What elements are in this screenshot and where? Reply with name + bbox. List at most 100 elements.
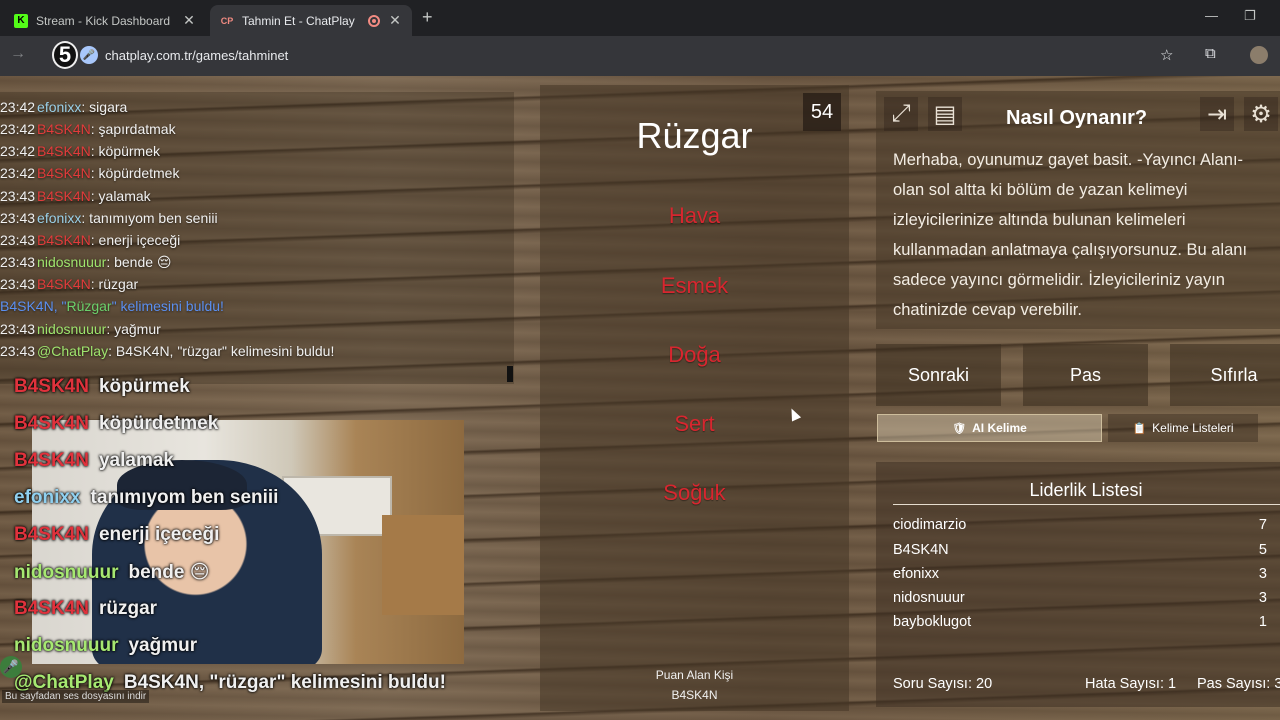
chat-text: : yağmur (106, 321, 161, 337)
chat-message: 23:43 nidosnuuur: bende 😔 (0, 254, 172, 271)
minimize-icon[interactable]: — (1205, 8, 1218, 23)
overlay-username: B4SK4N (14, 598, 89, 619)
chat-username[interactable]: nidosnuuur (37, 254, 106, 270)
tab-kick-dashboard[interactable]: K Stream - Kick Dashboard ✕ (4, 5, 206, 36)
chat-text: : rüzgar (90, 276, 139, 292)
download-hint[interactable]: Bu sayfadan ses dosyasını indir (2, 690, 150, 703)
leaderboard-row: ciodimarzio 7 (893, 517, 1267, 533)
player-name: B4SK4N (893, 542, 949, 558)
error-count: Hata Sayısı: 1 (1085, 676, 1177, 692)
overlay-username: B4SK4N (14, 450, 89, 471)
mic-toggle-icon[interactable]: 🎤 (0, 656, 22, 678)
overlay-message: B4SK4N köpürdetmek (14, 413, 218, 435)
overlay-username: B4SK4N (14, 376, 89, 397)
overlay-text: bende 😔 (128, 562, 210, 583)
overlay-message: B4SK4N enerji içeceği (14, 524, 219, 546)
word-lists-button[interactable]: 📋 Kelime Listeleri (1108, 414, 1258, 442)
pass-button[interactable]: Pas (1023, 344, 1148, 406)
kick-icon: K (14, 13, 28, 28)
overlay-message: B4SK4N köpürmek (14, 376, 190, 398)
chat-message: 23:43 B4SK4N: yalamak (0, 188, 151, 204)
scorer-label: Puan Alan Kişi (655, 668, 734, 682)
ai-word-button[interactable]: 🛡 AI Kelime (877, 414, 1102, 442)
chat-username[interactable]: B4SK4N (37, 121, 91, 137)
chat-username[interactable]: efonixx (37, 99, 81, 115)
new-tab-button[interactable]: + (422, 7, 433, 28)
divider (893, 504, 1280, 505)
player-points: 1 (1258, 614, 1267, 630)
player-name: nidosnuuur (893, 590, 965, 606)
bookmark-star-icon[interactable]: ☆ (1160, 46, 1173, 64)
chat-text: : B4SK4N, "rüzgar" kelimesini buldu! (108, 343, 335, 359)
player-points: 3 (1258, 566, 1267, 582)
reset-button[interactable]: Sıfırla (1170, 344, 1280, 406)
player-points: 7 (1258, 517, 1267, 533)
forbidden-word: Esmek (660, 273, 729, 298)
chat-time: 23:43 (0, 276, 36, 292)
player-points: 5 (1258, 542, 1267, 558)
chat-username[interactable]: efonixx (37, 210, 81, 226)
chat-username[interactable]: B4SK4N (37, 165, 91, 181)
scorer-name: B4SK4N (671, 688, 718, 702)
background-cabinet (382, 515, 464, 615)
scrollbar[interactable] (507, 366, 513, 382)
restore-icon[interactable]: ❐ (1244, 8, 1256, 24)
chat-time: 23:42 (0, 143, 36, 159)
chat-username[interactable]: B4SK4N (37, 143, 91, 159)
gear-icon[interactable]: ⚙ (1244, 97, 1278, 131)
overlay-text: B4SK4N, "rüzgar" kelimesini buldu! (123, 672, 446, 693)
chat-message: 23:43 B4SK4N: enerji içeceği (0, 232, 180, 248)
mic-icon[interactable]: 🎤 (80, 46, 98, 64)
overlay-username: efonixx (14, 487, 81, 508)
address-bar[interactable]: chatplay.com.tr/games/tahminet (105, 48, 288, 63)
forbidden-word: Soğuk (663, 480, 726, 505)
player-name: efonixx (893, 566, 939, 582)
chat-message: 23:42 B4SK4N: köpürdetmek (0, 165, 179, 181)
next-button[interactable]: Sonraki (876, 344, 1001, 406)
system-suffix: " kelimesini buldu! (111, 298, 224, 314)
system-message: B4SK4N, "Rüzgar" kelimesini buldu! (0, 298, 224, 314)
chat-time: 23:42 (0, 99, 36, 115)
chat-message: 23:43 nidosnuuur: yağmur (0, 321, 161, 337)
overlay-username: nidosnuuur (14, 635, 119, 656)
overlay-message: B4SK4N rüzgar (14, 598, 157, 620)
pass-count: Pas Sayısı: 3 (1197, 676, 1280, 692)
profile-avatar[interactable] (1250, 46, 1268, 64)
leaderboard: Liderlik Listesi ciodimarzio 7 B4SK4N 5 ef… (876, 462, 1280, 707)
chatplay-icon: CP (220, 15, 234, 26)
overlay-message: nidosnuuur bende 😔 (14, 561, 210, 584)
step-badge: 5 (52, 41, 78, 69)
forbidden-word: Doğa (668, 342, 721, 367)
chat-text: : tanımıyom ben seniii (81, 210, 218, 226)
scorer-info: Puan Alan Kişi B4SK4N (540, 665, 849, 705)
chat-username[interactable]: nidosnuuur (37, 321, 106, 337)
overlay-username: nidosnuuur (14, 562, 119, 583)
overlay-text: enerji içeceği (98, 524, 220, 545)
chat-username[interactable]: B4SK4N (37, 232, 91, 248)
word-card: 54 Rüzgar Hava Esmek Doğa Sert Soğuk Pua… (540, 85, 849, 711)
extensions-icon[interactable]: ⧉ (1205, 45, 1216, 62)
tab-chatplay[interactable]: CP Tahmin Et - ChatPlay ✕ (210, 5, 412, 36)
chat-message: 23:42 efonixx: sigara (0, 99, 127, 115)
overlay-message: efonixx tanımıyom ben seniii (14, 487, 278, 509)
chat-message: 23:42 B4SK4N: şapırdatmak (0, 121, 176, 137)
robot-icon: 🛡 (952, 422, 967, 435)
chat-text: : köpürdetmek (90, 165, 180, 181)
chat-text: : köpürmek (90, 143, 160, 159)
chat-time: 23:43 (0, 254, 36, 270)
close-icon[interactable]: ✕ (388, 12, 402, 29)
close-icon[interactable]: ✕ (182, 12, 196, 29)
overlay-text: köpürmek (98, 376, 190, 397)
leaderboard-row: B4SK4N 5 (893, 542, 1267, 558)
exit-icon[interactable]: ⇥ (1200, 97, 1234, 131)
how-to-title: Nasıl Oynanır? (1006, 107, 1148, 129)
notes-icon[interactable]: ▤ (928, 97, 962, 131)
chat-text: : şapırdatmak (90, 121, 176, 137)
chat-username[interactable]: B4SK4N (37, 276, 91, 292)
chat-username[interactable]: B4SK4N (37, 188, 91, 204)
fullscreen-icon[interactable]: ⤢ (884, 97, 918, 131)
player-name: ciodimarzio (893, 517, 967, 533)
chat-username[interactable]: @ChatPlay (37, 343, 108, 359)
how-to-play-panel: ⤢ ▤ Nasıl Oynanır? ⇥ ⚙ Merhaba, oyunumuz… (876, 91, 1280, 329)
forward-icon[interactable]: → (10, 45, 26, 63)
